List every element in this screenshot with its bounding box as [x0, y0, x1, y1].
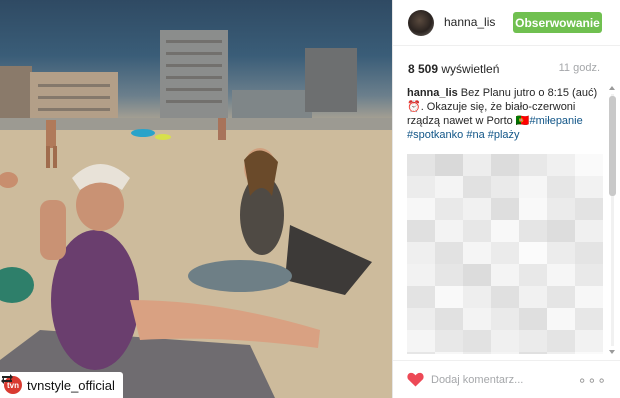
comments-area[interactable]: hanna_lis Bez Planu jutro o 8:15 (auć)⏰. … — [407, 86, 603, 354]
repost-icon — [1, 374, 13, 384]
beach-scene-image — [0, 30, 392, 398]
add-comment-input[interactable] — [431, 371, 581, 389]
scrollbar-thumb[interactable] — [609, 96, 616, 196]
follow-button[interactable]: Obserwowanie — [513, 12, 602, 33]
view-count: 8 509 wyświetleń — [408, 62, 499, 76]
post-header: hanna_lis Obserwowanie — [393, 0, 620, 46]
username-link[interactable]: hanna_lis — [444, 15, 495, 29]
caption: hanna_lis Bez Planu jutro o 8:15 (auć)⏰. … — [407, 86, 603, 142]
caption-username[interactable]: hanna_lis — [407, 87, 458, 99]
hashtag-link[interactable]: #na — [466, 129, 484, 141]
repost-account-name[interactable]: tvnstyle_official — [27, 378, 115, 393]
comments-scrollbar[interactable] — [609, 86, 616, 354]
heart-icon[interactable] — [407, 372, 424, 387]
scroll-up-arrow-icon[interactable] — [609, 86, 615, 90]
post-actions: ∘∘∘ — [393, 360, 620, 398]
post-side-panel: hanna_lis Obserwowanie 8 509 wyświetleń … — [392, 0, 620, 398]
post-media[interactable]: tvn tvnstyle_official — [0, 0, 392, 398]
more-options-icon[interactable]: ∘∘∘ — [578, 372, 607, 389]
hashtag-link[interactable]: #miłepanie — [530, 115, 583, 127]
pixelated-comments — [407, 154, 603, 354]
hashtag-link[interactable]: #plaży — [488, 129, 520, 141]
view-count-label: wyświetleń — [441, 62, 500, 76]
avatar[interactable] — [408, 10, 434, 36]
post-timestamp[interactable]: 11 godz. — [559, 62, 600, 74]
hashtag-link[interactable]: #spotkanko — [407, 129, 463, 141]
view-count-number: 8 509 — [408, 62, 439, 76]
scroll-down-arrow-icon[interactable] — [609, 350, 615, 354]
repost-credit[interactable]: tvn tvnstyle_official — [0, 372, 123, 398]
